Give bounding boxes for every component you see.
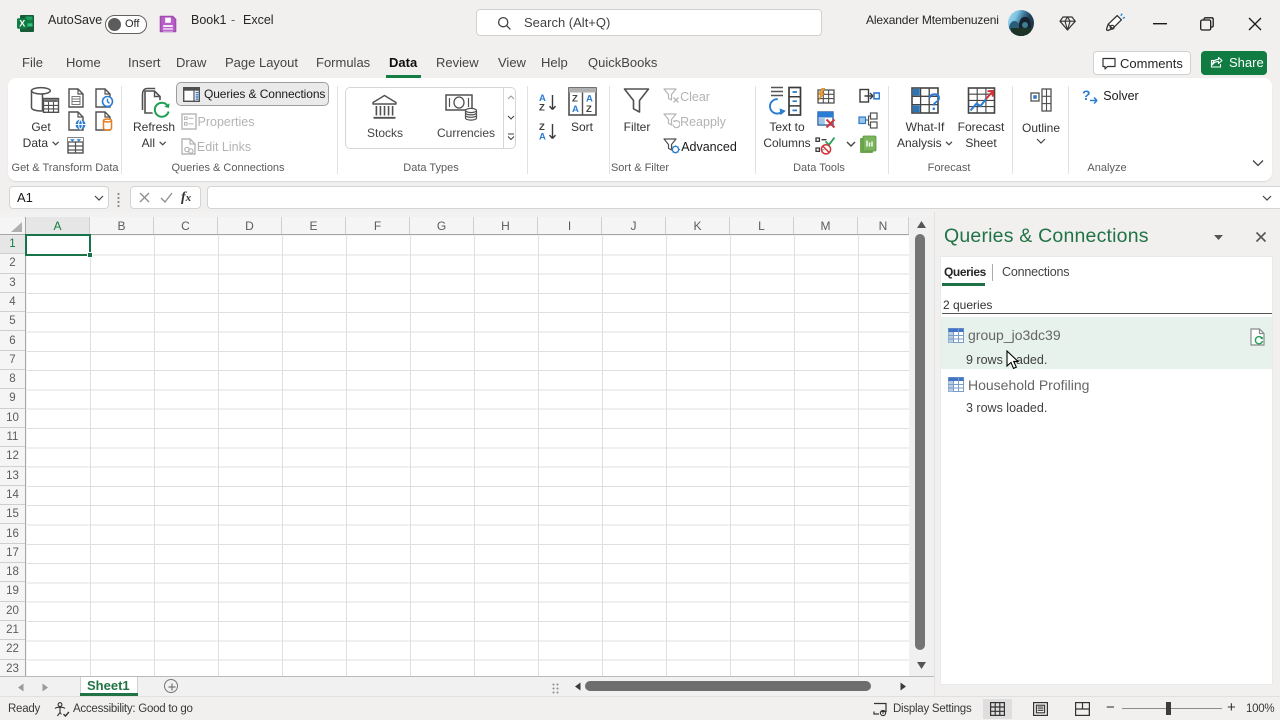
svg-text:A: A	[539, 132, 546, 142]
svg-text:X: X	[19, 18, 25, 28]
svg-text:Z: Z	[539, 103, 545, 113]
svg-text:?: ?	[1082, 87, 1091, 103]
svg-text:Z: Z	[572, 94, 578, 105]
svg-text:Z: Z	[586, 104, 592, 115]
svg-text:A: A	[586, 94, 593, 105]
svg-text:A: A	[572, 104, 579, 115]
svg-text:?: ?	[928, 89, 941, 116]
